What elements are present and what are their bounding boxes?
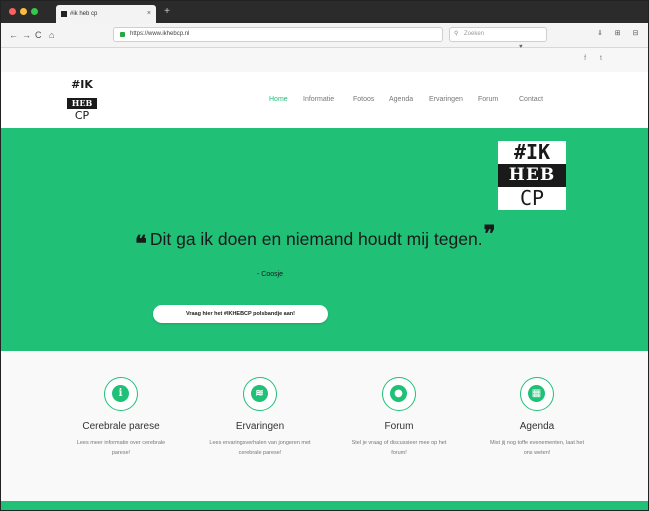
close-tab-icon[interactable]: × (147, 5, 151, 23)
quote-text: Dit ga ik doen en niemand houdt mij tege… (149, 229, 483, 249)
quote-close-icon: ❞ (483, 221, 496, 247)
feature-title: Agenda (519, 421, 555, 432)
quote-author: - Coosje (257, 271, 284, 278)
chat-icon: ● (390, 385, 407, 402)
feature-title: Forum (384, 421, 414, 432)
url-bar[interactable]: https://www.ikhebcp.nl ··· ♥ ☆ (113, 27, 529, 63)
hero-logo-line-1: #IK (498, 141, 566, 164)
navigation-bar: ← → C ⌂ https://www.ikhebcp.nl ··· ♥ ☆ ⚲… (1, 23, 648, 63)
search-placeholder: Zoeken (464, 31, 485, 37)
rss-icon: ≋ (251, 385, 268, 402)
feature-agenda[interactable]: ▦ Agenda Mist jij nog toffe evenementen,… (472, 377, 602, 458)
home-icon[interactable]: ⌂ (49, 29, 54, 41)
feature-icon-circle: i (104, 377, 138, 411)
menu-item-home[interactable]: Home (269, 96, 288, 103)
hero-logo-line-2: HEB (498, 164, 566, 187)
feature-ervaringen[interactable]: ≋ Ervaringen Lees ervaringsverhalen van … (195, 377, 325, 458)
hero-logo: #IK HEB CP (498, 141, 566, 210)
feature-description: Mist jij nog toffe evenementen, laat het… (489, 440, 585, 456)
feature-title: Cerebrale parese (82, 421, 160, 432)
calendar-icon: ▦ (528, 385, 545, 402)
lock-icon (120, 32, 125, 37)
back-icon[interactable]: ← (9, 29, 18, 41)
features-section: i Cerebrale parese Lees meer informatie … (1, 351, 648, 501)
logo-line-3: CP (74, 109, 90, 122)
hero-logo-line-3: CP (498, 187, 566, 210)
feature-description: Stel je vraag of discussieer mee op het … (351, 440, 447, 456)
order-wristband-button[interactable]: Vraag hier het #IKHEBCP polsbandje aan! (153, 305, 328, 323)
close-window-icon[interactable] (9, 8, 16, 15)
site-header: #IK HEB CP Home Informatie Fotoos Agenda… (1, 72, 648, 128)
url-text: https://www.ikhebcp.nl (130, 31, 190, 37)
tab-title: #ik heb cp (70, 11, 98, 17)
hero-quote: ❝ Dit ga ik doen en niemand houdt mij teg… (135, 221, 495, 257)
logo-line-1: #IK (71, 78, 93, 91)
feature-icon-circle: ≋ (243, 377, 277, 411)
new-tab-icon[interactable]: + (161, 6, 173, 18)
footer-strip (1, 501, 648, 510)
quote-open-icon: ❝ (135, 231, 147, 257)
site-logo[interactable]: #IK HEB CP (57, 79, 107, 122)
feature-cerebrale-parese[interactable]: i Cerebrale parese Lees meer informatie … (56, 377, 186, 458)
forward-icon[interactable]: → (22, 29, 31, 41)
maximize-window-icon[interactable] (31, 8, 38, 15)
favicon-icon (61, 11, 67, 17)
feature-icon-circle: ▦ (520, 377, 554, 411)
feature-forum[interactable]: ● Forum Stel je vraag of discussieer mee… (334, 377, 464, 458)
feature-description: Lees ervaringsverhalen van jongeren met … (209, 440, 311, 456)
menu-item-ervaringen[interactable]: Ervaringen (429, 96, 463, 103)
menu-item-agenda[interactable]: Agenda (389, 96, 413, 103)
feature-title: Ervaringen (235, 421, 285, 432)
feature-description: Lees meer informatie over cerebrale pare… (76, 440, 166, 456)
search-icon: ⚲ (454, 31, 459, 37)
search-input[interactable]: ⚲ Zoeken (449, 27, 547, 42)
menu-item-forum[interactable]: Forum (478, 96, 498, 103)
info-icon: i (112, 385, 129, 402)
minimize-window-icon[interactable] (20, 8, 27, 15)
social-strip: f t (1, 48, 648, 72)
menu-item-contact[interactable]: Contact (519, 96, 543, 103)
toolbar-icons[interactable]: ⇓ ⊞ ⊟ (597, 29, 644, 37)
feature-icon-circle: ● (382, 377, 416, 411)
browser-tab[interactable]: #ik heb cp × (56, 5, 156, 23)
reload-icon[interactable]: C (35, 29, 42, 41)
social-icons[interactable]: f t (584, 55, 608, 62)
menu-item-informatie[interactable]: Informatie (303, 96, 334, 103)
menu-item-fotoos[interactable]: Fotoos (353, 96, 374, 103)
tab-bar: #ik heb cp × + (1, 1, 648, 23)
browser-window: #ik heb cp × + ← → C ⌂ https://www.ikheb… (0, 0, 649, 511)
logo-line-2: HEB (66, 98, 98, 109)
hero-section: #IK HEB CP ❝ Dit ga ik doen en niemand ho… (1, 128, 648, 351)
